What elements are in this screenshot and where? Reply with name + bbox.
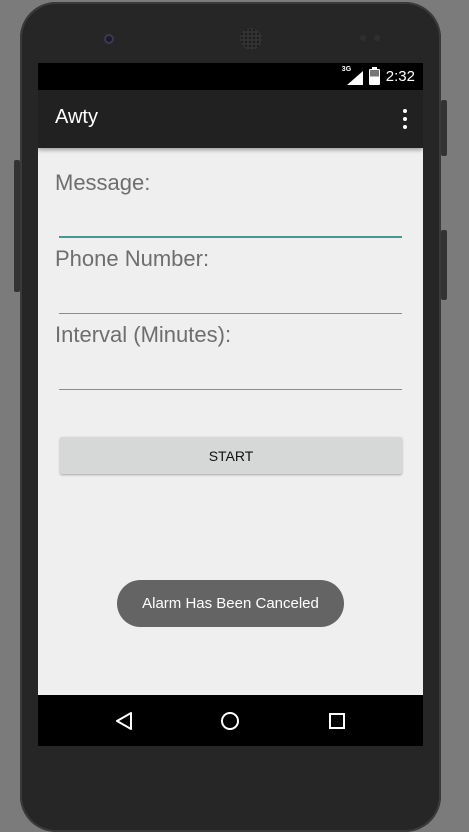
front-camera <box>104 34 114 44</box>
battery-icon <box>368 66 380 85</box>
app-title: Awty <box>55 106 98 128</box>
toast-message: Alarm Has Been Canceled <box>117 580 344 627</box>
more-vert-icon[interactable] <box>403 109 407 129</box>
status-time: 2:32 <box>385 68 415 85</box>
power-button <box>441 100 447 156</box>
interval-field[interactable] <box>59 361 402 390</box>
volume-button <box>441 230 447 300</box>
cell-signal-icon: 3G <box>341 65 363 85</box>
phone-number-field[interactable] <box>59 285 402 314</box>
status-bar: 3G 2:32 <box>38 63 423 90</box>
network-type: 3G <box>341 65 352 73</box>
proximity-sensor <box>360 35 366 41</box>
light-sensor <box>374 35 380 41</box>
earpiece-speaker <box>240 28 262 50</box>
start-button[interactable]: START <box>60 437 402 474</box>
navigation-bar <box>38 695 423 746</box>
home-icon[interactable] <box>218 709 242 733</box>
toast-text: Alarm Has Been Canceled <box>142 595 319 612</box>
phone-number-label: Phone Number: <box>55 246 210 271</box>
interval-label: Interval (Minutes): <box>55 322 232 347</box>
message-label: Message: <box>55 170 151 195</box>
recents-icon[interactable] <box>325 709 349 733</box>
app-screen: 3G 2:32 Awty Message: Phone Number: Inte… <box>38 63 423 746</box>
app-bar: Awty <box>38 90 423 148</box>
back-icon[interactable] <box>112 709 136 733</box>
message-field[interactable] <box>59 208 402 238</box>
